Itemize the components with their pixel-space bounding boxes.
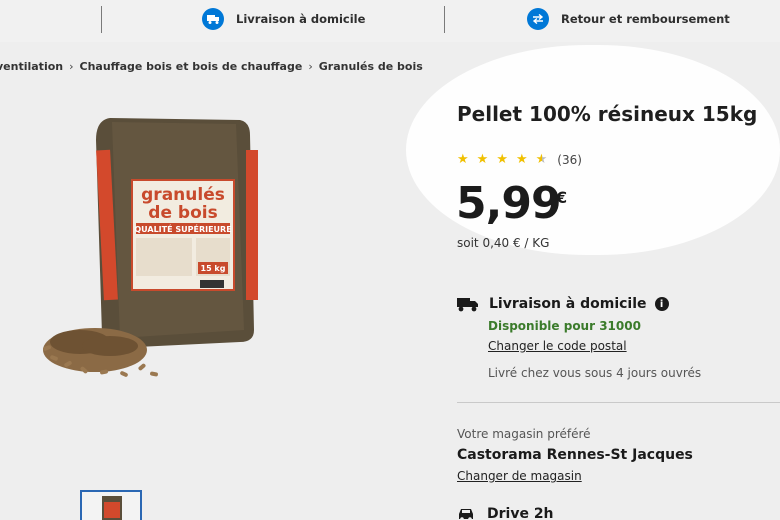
svg-text:de bois: de bois [148,203,217,223]
breadcrumb-item[interactable]: Chauffage bois et bois de chauffage [80,60,303,73]
product-thumbnail[interactable] [80,490,142,520]
preferred-store-label: Votre magasin préféré [457,427,591,441]
drive-option: Drive 2h [457,506,554,520]
return-refund-link[interactable]: Retour et remboursement [527,8,730,30]
home-delivery-link[interactable]: Livraison à domicile [202,8,365,30]
car-icon [459,509,473,520]
svg-text:QUALITÉ SUPÉRIEURE: QUALITÉ SUPÉRIEURE [134,223,231,234]
home-delivery-label: Livraison à domicile [236,12,366,26]
swap-arrows-icon [527,8,549,30]
star-icon: ★ [496,152,508,167]
rating-count: (36) [557,152,582,167]
rating[interactable]: ★ ★ ★ ★ ★ (36) [457,152,582,167]
change-postal-code-link[interactable]: Changer le code postal [488,339,627,353]
half-star-icon: ★ [535,152,548,167]
breadcrumb-item[interactable]: ventilation [0,60,63,73]
star-icon: ★ [457,152,469,167]
truck-icon [457,298,478,312]
star-icon: ★ [515,152,528,167]
chevron-right-icon: › [69,59,74,73]
breadcrumb-item[interactable]: Granulés de bois [319,60,423,73]
price: 5,99 [456,178,562,229]
star-icon: ★ [476,152,489,167]
availability-status: Disponible pour 31000 [488,319,641,333]
return-refund-label: Retour et remboursement [561,12,730,26]
svg-text:15 kg: 15 kg [201,264,226,273]
unit-price: soit 0,40 € / KG [457,236,550,250]
home-delivery-option: Livraison à domicile i [457,296,669,312]
price-currency: € [556,188,568,207]
product-title: Pellet 100% résineux 15kg [457,102,758,126]
info-icon[interactable]: i [654,297,669,311]
breadcrumb: ventilation › Chauffage bois et bois de … [0,58,423,74]
section-divider [457,402,780,403]
banner-divider [101,6,102,33]
change-store-link[interactable]: Changer de magasin [457,469,582,483]
truck-icon [202,8,224,30]
drive-label: Drive 2h [487,506,554,520]
product-image[interactable]: granulés de bois QUALITÉ SUPÉRIEURE 15 k… [40,110,270,395]
preferred-store-name: Castorama Rennes-St Jacques [457,447,693,463]
chevron-right-icon: › [308,59,313,73]
service-banner: Livraison à domicile Retour et rembourse… [0,0,780,42]
svg-text:granulés: granulés [141,185,225,205]
banner-divider [444,6,445,33]
home-delivery-title: Livraison à domicile [489,296,647,312]
delivery-delay-text: Livré chez vous sous 4 jours ouvrés [488,366,702,380]
